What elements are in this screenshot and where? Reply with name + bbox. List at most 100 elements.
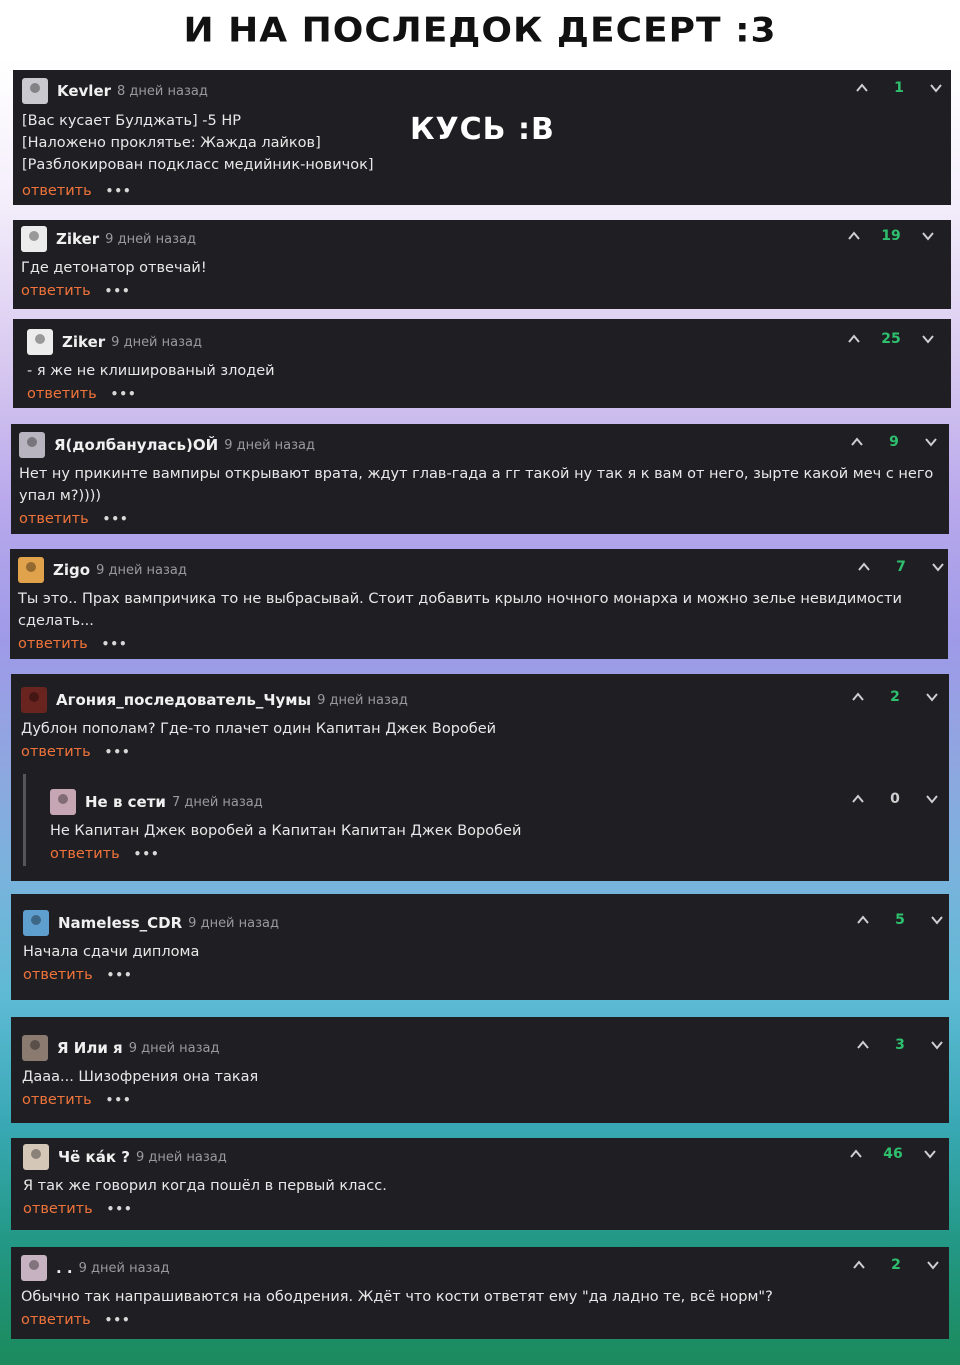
- avatar[interactable]: [50, 789, 76, 815]
- vote-score: 19: [881, 228, 901, 244]
- timestamp: 9 дней назад: [96, 562, 187, 578]
- comment-line: Обычно так напрашиваются на ободрения. Ж…: [21, 1289, 773, 1305]
- more-options-icon[interactable]: •••: [111, 387, 137, 401]
- comment-text: Я так же говорил когда пошёл в первый кл…: [23, 1175, 387, 1197]
- chevron-down-icon[interactable]: [929, 81, 943, 95]
- username[interactable]: Не в сети: [85, 793, 166, 811]
- username[interactable]: Чё ка́к ?: [58, 1148, 130, 1166]
- more-options-icon[interactable]: •••: [107, 1202, 133, 1216]
- chevron-down-icon[interactable]: [924, 435, 938, 449]
- more-options-icon[interactable]: •••: [105, 1313, 131, 1327]
- comment-header: Я(долбанулась)ОЙ 9 дней назад: [19, 432, 315, 458]
- chevron-up-icon[interactable]: [847, 229, 861, 243]
- avatar[interactable]: [23, 1144, 49, 1170]
- chevron-up-icon[interactable]: [856, 1038, 870, 1052]
- chevron-down-icon[interactable]: [930, 913, 944, 927]
- chevron-up-icon[interactable]: [849, 1147, 863, 1161]
- timestamp: 7 дней назад: [171, 794, 263, 810]
- vote-score: 2: [891, 1257, 901, 1273]
- chevron-down-icon[interactable]: [925, 792, 939, 806]
- avatar[interactable]: [22, 78, 48, 104]
- username[interactable]: Ziker: [56, 230, 99, 248]
- avatar[interactable]: [27, 329, 53, 355]
- more-options-icon[interactable]: •••: [103, 512, 129, 526]
- reply-button[interactable]: ответить: [19, 511, 89, 527]
- comment-line: Дааа... Шизофрения она такая: [22, 1069, 259, 1085]
- username[interactable]: Nameless_CDR: [58, 914, 182, 932]
- more-options-icon[interactable]: •••: [102, 637, 128, 651]
- chevron-up-icon[interactable]: [847, 332, 861, 346]
- avatar[interactable]: [19, 432, 45, 458]
- comment-line: Начала сдачи диплома: [23, 944, 200, 960]
- reply-button[interactable]: ответить: [21, 1312, 91, 1328]
- more-options-icon[interactable]: •••: [105, 745, 131, 759]
- chevron-down-icon[interactable]: [921, 332, 935, 346]
- comment-line: Не Капитан Джек воробей а Капитан Капита…: [50, 823, 522, 839]
- vote-controls: 1: [855, 80, 943, 96]
- username[interactable]: Zigo: [53, 561, 90, 579]
- vote-controls: 2: [851, 689, 939, 705]
- comment-header: Не в сети 7 дней назад: [50, 789, 263, 815]
- comment-line: Ты это.. Прах вампричика то не выбрасыва…: [18, 591, 902, 607]
- reply-button[interactable]: ответить: [23, 967, 93, 983]
- chevron-down-icon[interactable]: [930, 1038, 944, 1052]
- comment-text: Обычно так напрашиваются на ободрения. Ж…: [21, 1286, 773, 1308]
- avatar[interactable]: [21, 687, 47, 713]
- reply-button[interactable]: ответить: [21, 744, 91, 760]
- chevron-down-icon[interactable]: [921, 229, 935, 243]
- comment-line: упал м?)))): [19, 488, 102, 504]
- chevron-up-icon[interactable]: [857, 560, 871, 574]
- vote-score: 25: [881, 331, 901, 347]
- more-options-icon[interactable]: •••: [134, 847, 160, 861]
- vote-controls: 9: [850, 434, 938, 450]
- chevron-up-icon[interactable]: [850, 435, 864, 449]
- comment-header: Nameless_CDR 9 дней назад: [23, 910, 279, 936]
- reply-thread-line: [23, 774, 26, 866]
- reply-button[interactable]: ответить: [27, 386, 97, 402]
- reply-button[interactable]: ответить: [18, 636, 88, 652]
- vote-score: 9: [889, 434, 899, 450]
- more-options-icon[interactable]: •••: [105, 284, 131, 298]
- username[interactable]: Я Или я: [57, 1039, 123, 1057]
- avatar[interactable]: [21, 1255, 47, 1281]
- chevron-down-icon[interactable]: [926, 1258, 940, 1272]
- comment-actions: ответить •••: [18, 636, 128, 652]
- more-options-icon[interactable]: •••: [106, 184, 132, 198]
- chevron-down-icon[interactable]: [925, 690, 939, 704]
- avatar[interactable]: [23, 910, 49, 936]
- more-options-icon[interactable]: •••: [106, 1093, 132, 1107]
- chevron-up-icon[interactable]: [852, 1258, 866, 1272]
- chevron-up-icon[interactable]: [856, 913, 870, 927]
- reply-button[interactable]: ответить: [22, 1092, 92, 1108]
- comment-actions: ответить •••: [27, 386, 137, 402]
- vote-score: 46: [883, 1146, 903, 1162]
- timestamp: 9 дней назад: [111, 334, 202, 350]
- vote-score: 7: [896, 559, 906, 575]
- reply-button[interactable]: ответить: [21, 283, 91, 299]
- username[interactable]: Ziker: [62, 333, 105, 351]
- sticker-text: КУСЬ :В: [410, 112, 555, 147]
- avatar[interactable]: [18, 557, 44, 583]
- timestamp: 9 дней назад: [105, 231, 196, 247]
- reply-button[interactable]: ответить: [22, 183, 92, 199]
- avatar[interactable]: [22, 1035, 48, 1061]
- comment-text: Ты это.. Прах вампричика то не выбрасыва…: [18, 588, 902, 632]
- reply-button[interactable]: ответить: [50, 846, 120, 862]
- comment-actions: ответить •••: [22, 183, 132, 199]
- avatar[interactable]: [21, 226, 47, 252]
- reply-button[interactable]: ответить: [23, 1201, 93, 1217]
- more-options-icon[interactable]: •••: [107, 968, 133, 982]
- comment-line: [Разблокирован подкласс медийник-новичок…: [22, 157, 374, 173]
- username[interactable]: Kevler: [57, 82, 111, 100]
- comment-line: [Наложено проклятье: Жажда лайков]: [22, 135, 321, 151]
- username[interactable]: . .: [56, 1259, 73, 1277]
- username[interactable]: Агония_последователь_Чумы: [56, 691, 311, 709]
- chevron-up-icon[interactable]: [851, 792, 865, 806]
- vote-controls: 0: [851, 791, 939, 807]
- username[interactable]: Я(долбанулась)ОЙ: [54, 436, 218, 454]
- chevron-up-icon[interactable]: [855, 81, 869, 95]
- chevron-up-icon[interactable]: [851, 690, 865, 704]
- chevron-down-icon[interactable]: [923, 1147, 937, 1161]
- chevron-down-icon[interactable]: [931, 560, 945, 574]
- comment-header: Агония_последователь_Чумы 9 дней назад: [21, 687, 408, 713]
